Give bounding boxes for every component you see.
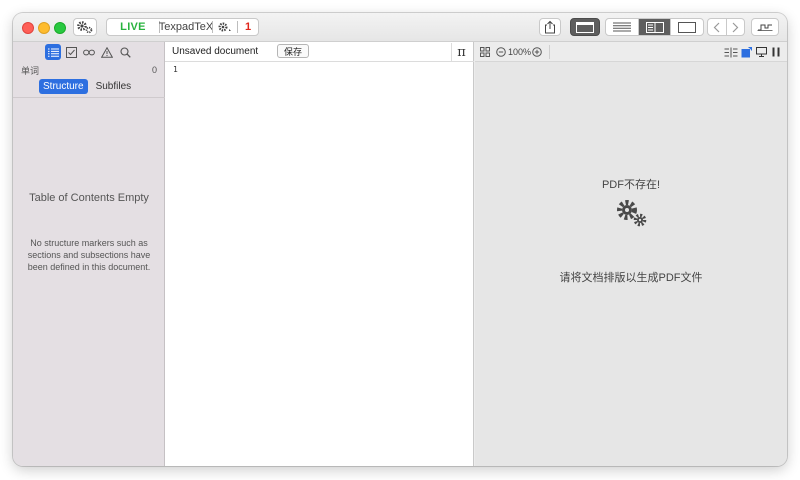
present-button[interactable] (756, 45, 767, 59)
monitor-icon (756, 47, 767, 57)
grid-icon (480, 47, 490, 57)
view-preview-only-button[interactable] (671, 19, 703, 35)
preview-header: 100% (475, 42, 787, 62)
share-icon (545, 20, 555, 34)
history-nav-group (707, 18, 745, 36)
view-mode-group (605, 18, 704, 36)
zoom-window-button[interactable] (54, 22, 66, 34)
minimize-window-button[interactable] (38, 22, 50, 34)
view-split-button[interactable] (638, 19, 672, 35)
typeset-hint: 请将文档排版以生成PDF文件 (559, 272, 703, 284)
warning-icon (101, 46, 113, 58)
sidebar-tab-bar (13, 42, 165, 62)
toc-empty-description: No structure markers such as sections an… (27, 238, 151, 272)
wordcount-row: 单词 0 (13, 63, 165, 77)
structure-segment-control: Structure Subfiles (39, 79, 135, 94)
wordcount-label: 单词 (21, 65, 40, 76)
subfiles-segment[interactable]: Subfiles (92, 79, 136, 94)
wordcount-value: 0 (151, 65, 157, 75)
zoom-out-button[interactable] (496, 45, 506, 59)
pdf-missing-message: PDF不存在! (601, 179, 661, 191)
external-edit-button[interactable] (741, 45, 752, 59)
gears-icon (77, 21, 93, 34)
close-window-button[interactable] (22, 22, 34, 34)
sync-to-source-button[interactable] (724, 45, 738, 59)
typeset-control-group: LIVE TexpadTeX 1 (106, 18, 259, 36)
structure-segment[interactable]: Structure (39, 79, 88, 94)
engine-selector[interactable]: TexpadTeX (159, 19, 213, 35)
sync-scroll-button[interactable] (751, 18, 779, 36)
toc-empty-title: Table of Contents Empty (29, 192, 149, 204)
zoom-in-icon (532, 47, 542, 57)
lines-icon (612, 22, 631, 32)
list-icon (47, 48, 59, 57)
share-button[interactable] (539, 18, 561, 36)
preview-pane-icon (678, 21, 697, 33)
back-button[interactable] (708, 19, 727, 35)
source-editor[interactable]: Unsaved document 保存 π 1 (165, 42, 474, 466)
edit-external-icon (741, 46, 752, 57)
view-source-only-button[interactable] (606, 19, 639, 35)
document-title: Unsaved document (172, 46, 259, 57)
save-button[interactable]: 保存 (277, 44, 309, 58)
sidebar-tab-labels[interactable] (81, 44, 97, 60)
sync-icon (757, 24, 773, 31)
insert-symbol-button[interactable]: π (451, 43, 471, 61)
sidebar-tab-search[interactable] (117, 44, 133, 60)
checkbox-icon (65, 46, 77, 58)
chevron-right-icon (732, 22, 739, 32)
source-sync-icon (724, 47, 738, 57)
layout-toggle-button[interactable] (570, 18, 600, 36)
pause-icon (772, 47, 780, 57)
divider (13, 97, 165, 98)
toolbar: LIVE TexpadTeX 1 (13, 13, 787, 42)
typeset-settings-button[interactable] (213, 19, 237, 35)
forward-button[interactable] (727, 19, 745, 35)
typeset-gears-icon (615, 198, 649, 228)
separator (549, 45, 550, 59)
link-icon (83, 49, 95, 55)
split-view-icon (645, 21, 664, 33)
sidebar-tab-todo[interactable] (63, 44, 79, 60)
zoom-level: 100% (508, 47, 532, 57)
zoom-in-button[interactable] (532, 45, 542, 59)
sidebar-tab-structure[interactable] (45, 44, 61, 60)
sidebar-tab-issues[interactable] (99, 44, 115, 60)
error-count-badge[interactable]: 1 (238, 19, 258, 35)
app-window: LIVE TexpadTeX 1 单词 0 Structure Subfiles… (13, 13, 787, 466)
thumbnail-grid-button[interactable] (480, 45, 490, 59)
editor-header: Unsaved document 保存 π (165, 42, 474, 62)
line-number: 1 (173, 65, 178, 74)
settings-gear-button[interactable] (73, 18, 97, 36)
window-layout-icon (576, 21, 594, 33)
sidebar: 单词 0 Structure Subfiles Table of Content… (13, 42, 165, 466)
pdf-preview: 100% PDF不存在! 请将文档排版以生成PDF文件 (475, 42, 787, 466)
zoom-out-icon (496, 47, 506, 57)
search-icon (119, 46, 131, 58)
chevron-left-icon (713, 22, 720, 32)
gear-icon (218, 22, 231, 32)
live-toggle[interactable]: LIVE (107, 19, 159, 35)
pause-button[interactable] (772, 45, 780, 59)
